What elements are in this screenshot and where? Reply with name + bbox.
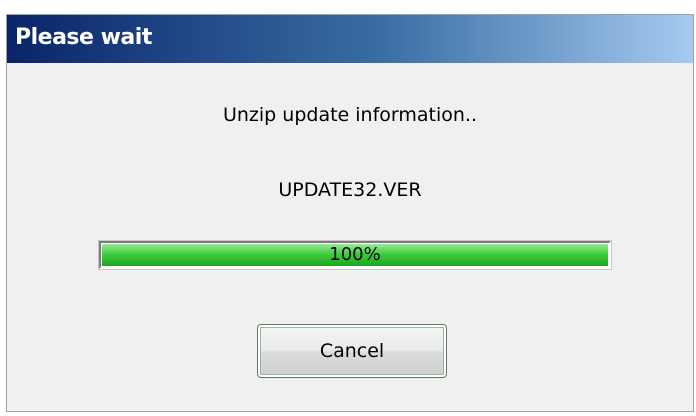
- dialog-title: Please wait: [15, 25, 152, 50]
- cancel-button[interactable]: Cancel: [257, 324, 447, 378]
- progress-label: 100%: [329, 244, 381, 265]
- title-bar[interactable]: Please wait: [7, 15, 693, 63]
- progress-bar: 100%: [98, 240, 612, 270]
- please-wait-dialog: Please wait Unzip update information.. U…: [6, 14, 694, 412]
- file-name: UPDATE32.VER: [278, 179, 422, 201]
- status-message: Unzip update information..: [222, 104, 478, 126]
